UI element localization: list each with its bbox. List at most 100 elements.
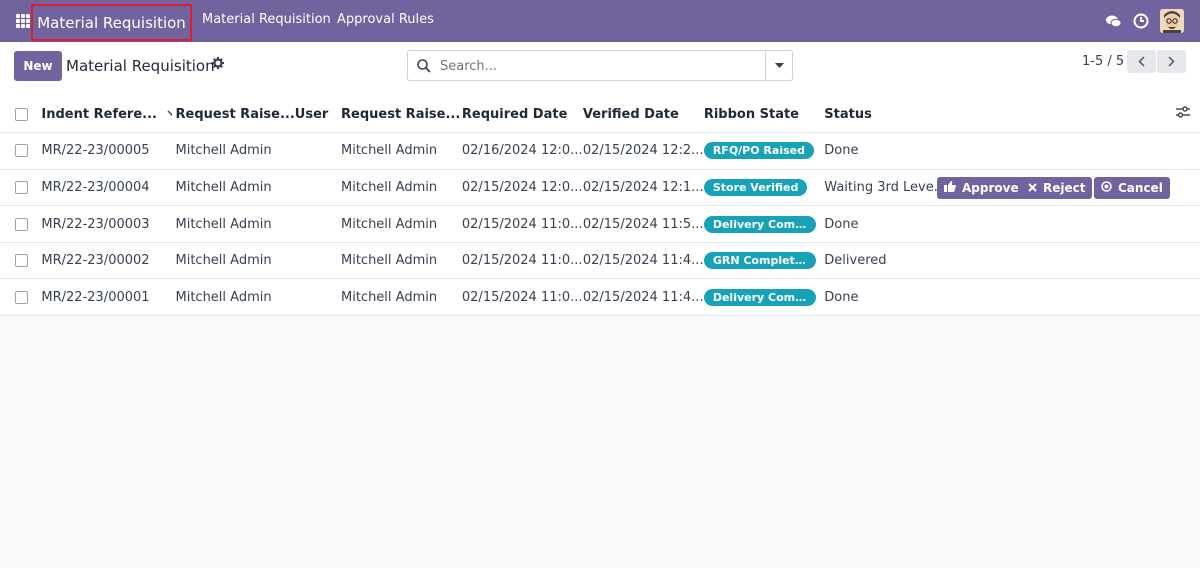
ribbon-state-badge: RFQ/PO Raised xyxy=(703,142,814,160)
gear-icon[interactable] xyxy=(212,57,224,73)
header-request-raised-2[interactable]: Request Raise... xyxy=(341,96,462,134)
row-checkbox[interactable] xyxy=(0,242,38,280)
pager-value[interactable]: 1-5 / 5 xyxy=(1082,54,1124,69)
menu-material-requisition[interactable]: Material Requisition xyxy=(202,12,331,27)
cell-indent-reference: MR/22-23/00001 xyxy=(37,278,172,317)
cell-user xyxy=(294,242,341,280)
cell-verified-date: 02/15/2024 12:1... xyxy=(582,169,704,207)
search-input[interactable] xyxy=(440,55,760,77)
cell-status: Done xyxy=(824,278,947,317)
search-icon xyxy=(416,58,432,74)
clock-icon[interactable] xyxy=(1132,12,1150,30)
ribbon-state-badge: Delivery Compl... xyxy=(703,215,816,233)
cell-verified-date: 02/15/2024 11:5... xyxy=(582,205,704,243)
cell-ribbon-state: Store Verified xyxy=(703,169,825,207)
cell-status: Done xyxy=(824,132,947,170)
cell-request-raised-1: Mitchell Admin xyxy=(171,205,295,243)
header-required-date[interactable]: Required Date xyxy=(461,96,583,134)
cell-request-raised-1: Mitchell Admin xyxy=(171,169,295,207)
header-indent-reference[interactable]: Indent Refere... xyxy=(37,96,172,134)
page-title: Material Requisition xyxy=(66,57,215,75)
apps-grid-icon[interactable] xyxy=(16,14,30,28)
cell-status: Waiting 3rd Leve... xyxy=(824,169,947,207)
header-label: Indent Refere... xyxy=(41,106,157,122)
cancel-label: Cancel xyxy=(1118,181,1163,195)
cell-indent-reference: MR/22-23/00003 xyxy=(37,205,172,243)
cell-request-raised-2: Mitchell Admin xyxy=(341,132,462,170)
cell-verified-date: 02/15/2024 11:4... xyxy=(582,278,704,317)
header-status[interactable]: Status xyxy=(824,96,947,134)
header-request-raised-1[interactable]: Request Raise... xyxy=(171,96,295,134)
ribbon-state-badge: Store Verified xyxy=(703,178,808,196)
cell-request-raised-2: Mitchell Admin xyxy=(341,205,462,243)
menu-approval-rules[interactable]: Approval Rules xyxy=(337,12,434,27)
cell-actions xyxy=(946,242,1200,280)
requisition-table: Indent Refere... Request Raise... User R… xyxy=(0,96,1200,317)
cell-indent-reference: MR/22-23/00004 xyxy=(37,169,172,207)
column-settings-icon[interactable] xyxy=(946,96,1200,134)
header-ribbon-state[interactable]: Ribbon State xyxy=(703,96,825,134)
cell-required-date: 02/16/2024 12:0... xyxy=(461,132,583,170)
cell-required-date: 02/15/2024 11:0... xyxy=(461,242,583,280)
header-verified-date[interactable]: Verified Date xyxy=(582,96,704,134)
empty-area xyxy=(0,317,1200,568)
cell-required-date: 02/15/2024 11:0... xyxy=(461,278,583,317)
avatar[interactable] xyxy=(1160,9,1184,33)
row-checkbox[interactable] xyxy=(0,205,38,243)
cell-request-raised-2: Mitchell Admin xyxy=(341,242,462,280)
approve-label: Approve xyxy=(962,181,1019,195)
cell-actions xyxy=(946,278,1200,317)
chevron-left-icon[interactable] xyxy=(1127,50,1156,73)
row-checkbox[interactable] xyxy=(0,132,38,170)
cell-ribbon-state: Delivery Compl... xyxy=(703,205,825,243)
cell-actions xyxy=(946,132,1200,170)
cell-indent-reference: MR/22-23/00005 xyxy=(37,132,172,170)
table-row[interactable]: MR/22-23/00001 Mitchell Admin Mitchell A… xyxy=(0,278,1200,317)
cell-request-raised-1: Mitchell Admin xyxy=(171,242,295,280)
cell-user xyxy=(294,278,341,317)
reject-button[interactable]: Reject xyxy=(1021,177,1093,199)
x-icon xyxy=(1028,181,1037,195)
brand-app-title[interactable]: Material Requisition xyxy=(31,4,192,41)
new-button[interactable]: New xyxy=(14,51,62,81)
table-row[interactable]: MR/22-23/00002 Mitchell Admin Mitchell A… xyxy=(0,242,1200,280)
ribbon-state-badge: GRN Completed xyxy=(703,252,816,270)
cell-status: Done xyxy=(824,205,947,243)
cell-verified-date: 02/15/2024 11:4... xyxy=(582,242,704,280)
approve-button[interactable]: Approve xyxy=(937,177,1026,199)
search-bar xyxy=(407,50,793,81)
row-checkbox[interactable] xyxy=(0,169,38,207)
table-row[interactable]: MR/22-23/00005 Mitchell Admin Mitchell A… xyxy=(0,132,1200,170)
thumbs-up-icon xyxy=(944,181,956,195)
reject-label: Reject xyxy=(1043,181,1086,195)
cancel-button[interactable]: Cancel xyxy=(1094,177,1170,199)
cell-indent-reference: MR/22-23/00002 xyxy=(37,242,172,280)
cell-ribbon-state: GRN Completed xyxy=(703,242,825,280)
cell-user xyxy=(294,169,341,207)
table-header-row: Indent Refere... Request Raise... User R… xyxy=(0,96,1200,134)
caret-down-icon[interactable] xyxy=(765,51,792,80)
cell-request-raised-1: Mitchell Admin xyxy=(171,132,295,170)
cell-ribbon-state: Delivery Compl... xyxy=(703,278,825,317)
top-navbar: Material Requisition Material Requisitio… xyxy=(0,0,1200,42)
cell-request-raised-2: Mitchell Admin xyxy=(341,169,462,207)
cell-user xyxy=(294,205,341,243)
cell-required-date: 02/15/2024 12:0... xyxy=(461,169,583,207)
cell-required-date: 02/15/2024 11:0... xyxy=(461,205,583,243)
select-all-checkbox[interactable] xyxy=(0,96,38,134)
row-checkbox[interactable] xyxy=(0,278,38,317)
cell-request-raised-2: Mitchell Admin xyxy=(341,278,462,317)
cell-verified-date: 02/15/2024 12:2... xyxy=(582,132,704,170)
chevron-right-icon[interactable] xyxy=(1157,50,1186,73)
cell-ribbon-state: RFQ/PO Raised xyxy=(703,132,825,170)
ribbon-state-badge: Delivery Compl... xyxy=(703,288,816,306)
cell-request-raised-1: Mitchell Admin xyxy=(171,278,295,317)
table-row[interactable]: MR/22-23/00003 Mitchell Admin Mitchell A… xyxy=(0,205,1200,243)
sort-down-icon xyxy=(167,106,172,121)
cell-status: Delivered xyxy=(824,242,947,280)
chat-icon[interactable] xyxy=(1104,12,1122,30)
cancel-circle-icon xyxy=(1101,181,1112,195)
cell-actions xyxy=(946,205,1200,243)
control-panel: New Material Requisition 1-5 / 5 xyxy=(0,42,1200,97)
header-user[interactable]: User xyxy=(294,96,341,134)
